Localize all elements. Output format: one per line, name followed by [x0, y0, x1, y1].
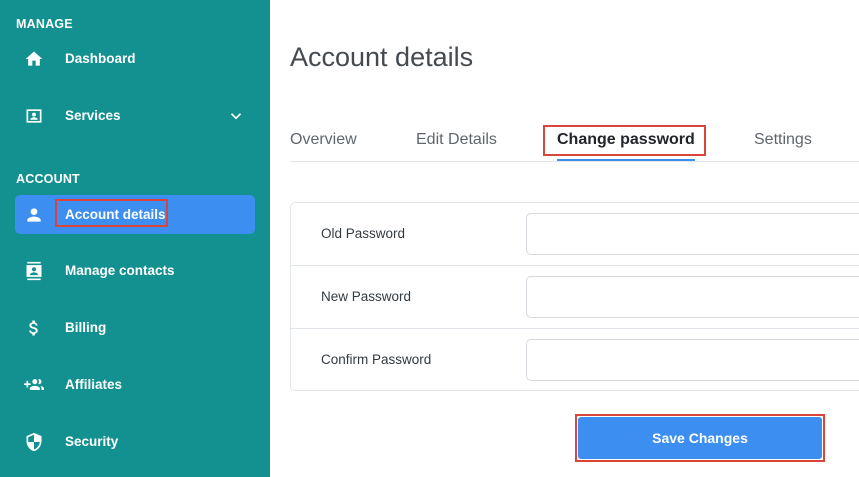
sidebar-item-manage-contacts[interactable]: Manage contacts: [15, 251, 255, 290]
confirm-password-label: Confirm Password: [321, 352, 432, 367]
sidebar-item-affiliates[interactable]: Affiliates: [15, 365, 255, 404]
active-tab-indicator: [557, 159, 695, 161]
highlight-box-change-password: [543, 125, 706, 156]
sidebar-item-label: Billing: [65, 320, 107, 335]
tab-settings[interactable]: Settings: [754, 131, 812, 149]
home-icon: [24, 49, 44, 69]
sidebar-item-security[interactable]: Security: [15, 422, 255, 461]
sidebar-item-services[interactable]: Services: [15, 96, 255, 135]
tab-edit-details[interactable]: Edit Details: [416, 131, 497, 149]
section-label-manage: MANAGE: [16, 17, 73, 31]
change-password-form: Old Password New Password Confirm Passwo…: [290, 202, 859, 391]
sidebar-item-dashboard[interactable]: Dashboard: [15, 39, 255, 78]
highlight-box-account-details: [55, 199, 168, 227]
contacts-icon: [24, 261, 44, 281]
sidebar-item-label: Affiliates: [65, 377, 123, 392]
new-password-label: New Password: [321, 289, 412, 304]
old-password-field[interactable]: [526, 213, 859, 255]
add-group-icon: [24, 375, 44, 395]
page-title: Account details: [290, 42, 474, 72]
shield-icon: [24, 432, 44, 452]
sidebar-item-billing[interactable]: Billing: [15, 308, 255, 347]
sidebar: MANAGE Dashboard Services ACCOUNT Accoun…: [0, 0, 270, 477]
highlight-box-save-changes: [575, 414, 825, 462]
new-password-field[interactable]: [526, 276, 859, 318]
sidebar-item-label: Security: [65, 434, 119, 449]
chevron-down-icon[interactable]: [227, 107, 245, 125]
sidebar-item-label: Services: [65, 108, 121, 123]
dollar-icon: [24, 318, 44, 338]
contact-card-icon: [24, 106, 44, 126]
form-row-old-password: Old Password: [291, 203, 859, 266]
form-row-confirm-password: Confirm Password: [291, 329, 859, 392]
old-password-label: Old Password: [321, 226, 406, 241]
confirm-password-field[interactable]: [526, 339, 859, 381]
form-row-new-password: New Password: [291, 266, 859, 329]
person-icon: [24, 205, 44, 225]
section-label-account: ACCOUNT: [16, 172, 80, 186]
sidebar-item-label: Dashboard: [65, 51, 136, 66]
tab-overview[interactable]: Overview: [290, 131, 357, 149]
sidebar-item-label: Manage contacts: [65, 263, 175, 278]
